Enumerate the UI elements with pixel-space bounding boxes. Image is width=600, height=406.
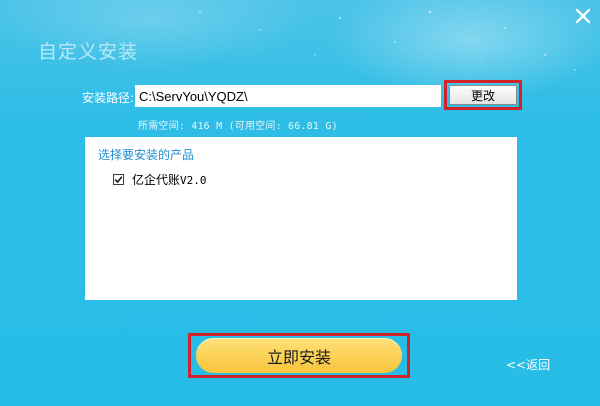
install-now-button[interactable]: 立即安装 <box>196 338 402 373</box>
install-path-input[interactable] <box>135 85 441 107</box>
product-list-title: 选择要安装的产品 <box>98 148 195 162</box>
product-version: V2.0 <box>180 173 207 187</box>
installer-window: 自定义安装 安装路径: 更改 所需空间: 416 M (可用空间: 66.81 … <box>0 0 600 406</box>
close-icon <box>575 8 591 24</box>
product-list-panel: 选择要安装的产品 亿企代账V2.0 <box>85 137 517 300</box>
product-item[interactable]: 亿企代账V2.0 <box>113 171 207 187</box>
product-checkbox[interactable] <box>113 173 124 185</box>
change-path-button[interactable]: 更改 <box>449 85 517 105</box>
close-button[interactable] <box>571 4 595 28</box>
product-name: 亿企代账 <box>132 172 181 187</box>
window-title: 自定义安装 <box>38 41 139 63</box>
checkmark-icon <box>114 175 123 183</box>
install-path-label: 安装路径: <box>82 91 135 105</box>
back-link[interactable]: <<返回 <box>506 356 550 373</box>
product-label: 亿企代账V2.0 <box>132 171 207 188</box>
disk-space-info: 所需空间: 416 M (可用空间: 66.81 G) <box>138 121 338 132</box>
